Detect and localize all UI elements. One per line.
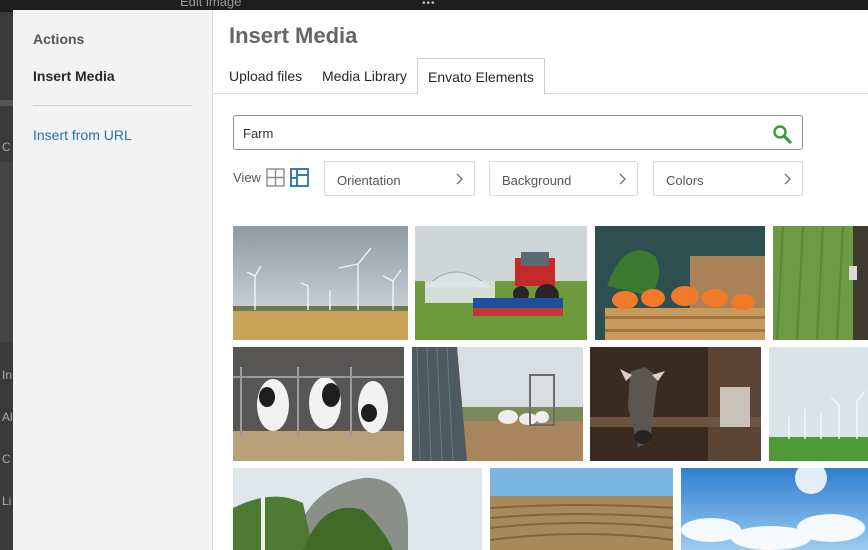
background-letter: C bbox=[2, 452, 11, 466]
image-thumbnail[interactable] bbox=[412, 347, 583, 461]
background-letter: Al bbox=[2, 410, 13, 424]
image-grid bbox=[13, 10, 868, 550]
insert-media-modal: Actions Insert Media Insert from URL Ins… bbox=[13, 10, 868, 550]
image-thumbnail[interactable] bbox=[233, 347, 404, 461]
more-icon: ••• bbox=[422, 0, 436, 9]
chevron-right-icon bbox=[784, 173, 791, 185]
image-thumbnail[interactable] bbox=[233, 468, 482, 550]
image-thumbnail[interactable] bbox=[233, 226, 408, 340]
background-window-title: Edit image bbox=[180, 0, 242, 9]
colors-dropdown-label: Colors bbox=[666, 173, 704, 188]
background-letter: Li bbox=[2, 494, 12, 508]
image-thumbnail[interactable] bbox=[490, 468, 673, 550]
image-thumbnail[interactable] bbox=[595, 226, 765, 340]
image-thumbnail[interactable] bbox=[415, 226, 587, 340]
image-thumbnail[interactable] bbox=[769, 347, 868, 461]
image-thumbnail[interactable] bbox=[773, 226, 868, 340]
image-thumbnail[interactable] bbox=[590, 347, 761, 461]
background-letter: In bbox=[2, 368, 13, 382]
colors-dropdown[interactable]: Colors bbox=[653, 161, 803, 196]
background-letter: C bbox=[2, 140, 11, 154]
search-icon[interactable] bbox=[772, 124, 792, 144]
image-thumbnail[interactable] bbox=[681, 468, 868, 550]
background-left-panel: C In Al C Li bbox=[0, 12, 13, 550]
